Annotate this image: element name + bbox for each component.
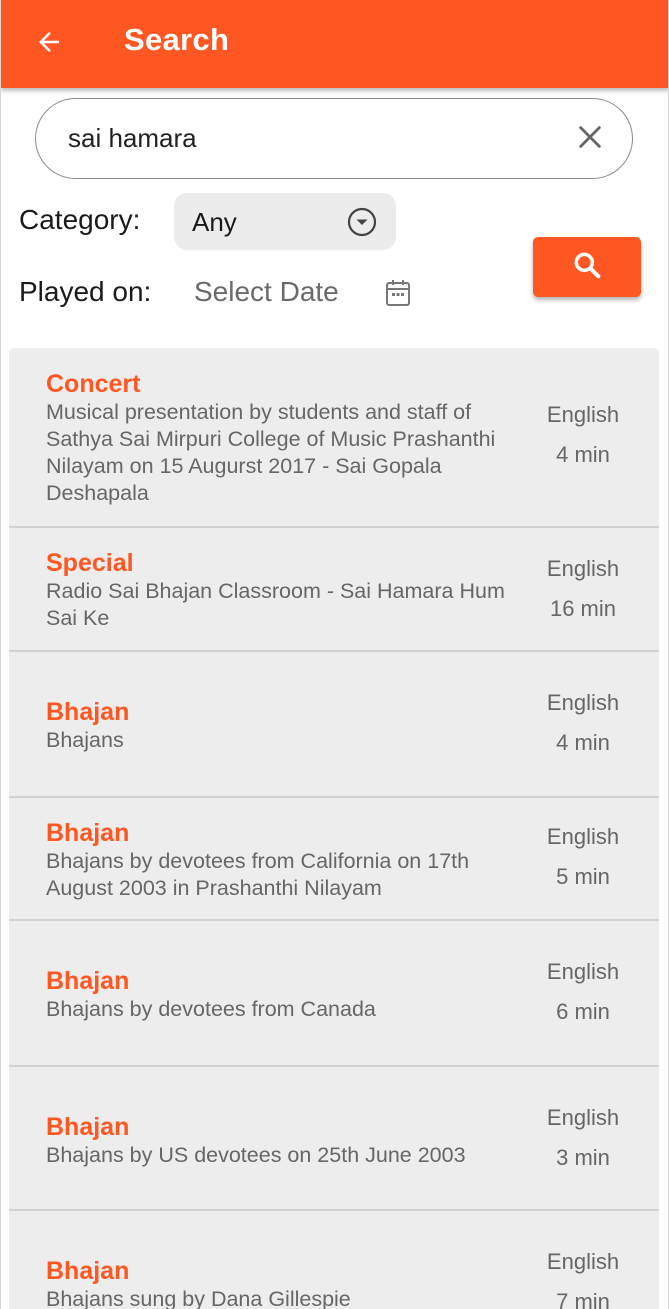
clear-search-button[interactable] bbox=[572, 121, 608, 157]
result-meta: English 6 min bbox=[519, 959, 647, 1025]
result-text: Special Radio Sai Bhajan Classroom - Sai… bbox=[46, 546, 521, 634]
result-language: English bbox=[546, 1105, 620, 1130]
date-picker[interactable]: Select Date bbox=[194, 272, 424, 316]
result-language: English bbox=[546, 556, 620, 581]
result-language: English bbox=[546, 402, 620, 427]
category-value: Any bbox=[192, 207, 237, 237]
result-duration: 3 min bbox=[556, 1145, 610, 1170]
result-text: Bhajan Bhajans by devotees from Californ… bbox=[46, 816, 521, 903]
search-field bbox=[35, 98, 633, 179]
result-text: Bhajan Bhajans bbox=[46, 682, 521, 768]
result-description: Bhajans bbox=[46, 727, 124, 752]
result-language: English bbox=[546, 1249, 620, 1274]
result-description: Bhajans by devotees from Canada bbox=[46, 996, 376, 1021]
result-text: Concert Musical presentation by students… bbox=[46, 368, 521, 508]
result-meta: English 16 min bbox=[519, 556, 647, 622]
search-input[interactable] bbox=[68, 119, 548, 157]
result-language: English bbox=[546, 824, 620, 849]
played-on-label: Played on: bbox=[19, 276, 152, 307]
page-title: Search bbox=[124, 22, 230, 57]
result-text: Bhajan Bhajans sung by Dana Gillespie bbox=[46, 1241, 521, 1309]
list-item[interactable]: Special Radio Sai Bhajan Classroom - Sai… bbox=[9, 528, 659, 652]
list-item[interactable]: Concert Musical presentation by students… bbox=[9, 348, 659, 528]
result-text: Bhajan Bhajans by devotees from Canada bbox=[46, 951, 521, 1037]
category-dropdown[interactable]: Any bbox=[174, 193, 396, 250]
result-meta: English 4 min bbox=[519, 690, 647, 756]
result-description: Radio Sai Bhajan Classroom - Sai Hamara … bbox=[46, 579, 505, 630]
result-category: Concert bbox=[46, 370, 141, 398]
close-icon bbox=[576, 123, 604, 156]
result-category: Bhajan bbox=[46, 966, 130, 995]
result-description: Bhajans sung by Dana Gillespie bbox=[46, 1286, 351, 1309]
chevron-down-circle-icon bbox=[346, 206, 378, 238]
result-meta: English 3 min bbox=[519, 1105, 647, 1171]
result-meta: English 5 min bbox=[519, 824, 647, 890]
list-item[interactable]: Bhajan Bhajans English 4 min bbox=[9, 652, 659, 798]
search-button[interactable] bbox=[533, 237, 641, 297]
result-duration: 16 min bbox=[549, 596, 617, 621]
category-label: Category: bbox=[19, 204, 141, 235]
calendar-icon bbox=[384, 278, 412, 308]
list-item[interactable]: Bhajan Bhajans by US devotees on 25th Ju… bbox=[9, 1067, 659, 1211]
result-description: Bhajans by devotees from California on 1… bbox=[46, 848, 470, 900]
result-category: Bhajan bbox=[46, 1112, 130, 1141]
date-placeholder: Select Date bbox=[194, 276, 339, 307]
result-language: English bbox=[546, 959, 620, 984]
app-bar: Search bbox=[1, 0, 668, 88]
list-item[interactable]: Bhajan Bhajans by devotees from Californ… bbox=[9, 798, 659, 921]
search-screen: Search Category: Any Played on: Select D… bbox=[0, 0, 669, 1309]
result-duration: 4 min bbox=[556, 730, 610, 755]
arrow-left-icon bbox=[34, 27, 64, 62]
result-meta: English 4 min bbox=[519, 402, 647, 468]
result-duration: 7 min bbox=[556, 1289, 610, 1309]
result-text: Bhajan Bhajans by US devotees on 25th Ju… bbox=[46, 1097, 521, 1183]
result-category: Special bbox=[46, 549, 134, 577]
result-duration: 6 min bbox=[556, 999, 610, 1024]
result-category: Bhajan bbox=[46, 818, 130, 847]
list-item[interactable]: Bhajan Bhajans by devotees from Canada E… bbox=[9, 921, 659, 1067]
result-category: Bhajan bbox=[46, 1256, 130, 1285]
search-icon bbox=[571, 249, 603, 286]
result-meta: English 7 min bbox=[519, 1249, 647, 1309]
back-button[interactable] bbox=[23, 18, 75, 70]
result-description: Bhajans by US devotees on 25th June 2003 bbox=[46, 1142, 466, 1167]
list-item[interactable]: Bhajan Bhajans sung by Dana Gillespie En… bbox=[9, 1211, 659, 1309]
result-language: English bbox=[546, 690, 620, 715]
result-duration: 5 min bbox=[556, 864, 610, 889]
result-category: Bhajan bbox=[46, 697, 130, 726]
result-duration: 4 min bbox=[556, 442, 610, 467]
result-description: Musical presentation by students and sta… bbox=[46, 400, 496, 505]
